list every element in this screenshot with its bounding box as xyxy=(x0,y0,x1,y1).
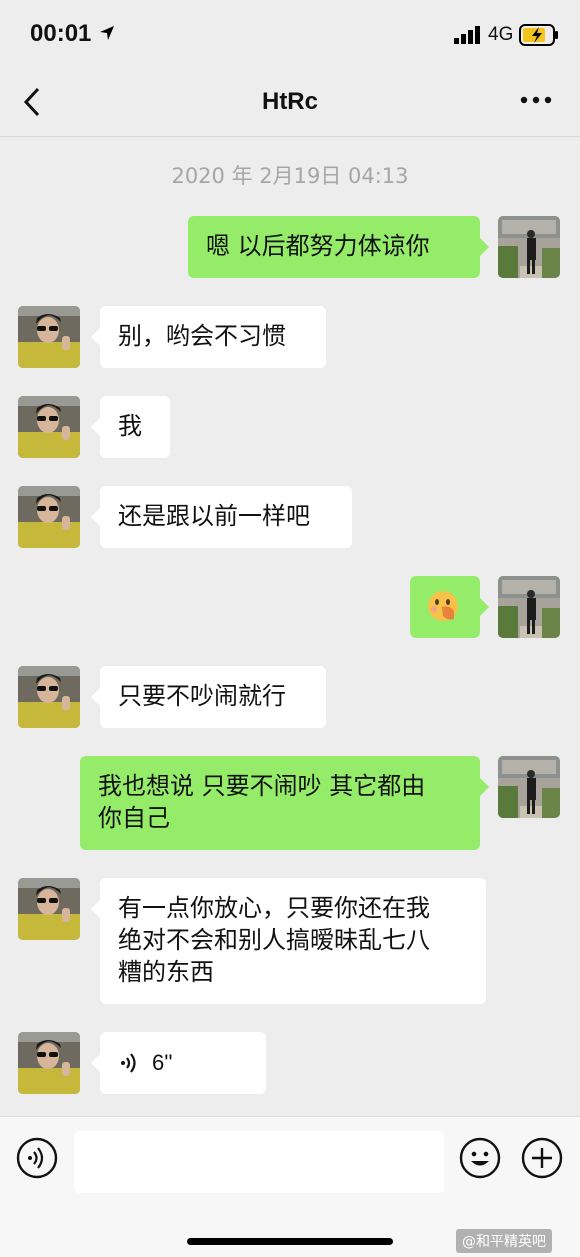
contact-avatar[interactable] xyxy=(18,486,80,548)
voice-wave-icon xyxy=(121,1053,136,1073)
received-bubble[interactable]: 只要不吵闹就行 xyxy=(91,666,326,728)
message-text: 别，哟会不习惯 xyxy=(118,322,286,350)
contact-avatar[interactable] xyxy=(18,396,80,458)
hand-over-mouth-emoji-icon xyxy=(428,591,458,621)
voice-duration: 6'' xyxy=(152,1050,173,1075)
message-text: 还是跟以前一样吧 xyxy=(118,502,310,530)
battery-charging-icon xyxy=(519,24,558,46)
chat-input-bar: @和平精英吧 xyxy=(0,1116,580,1257)
home-indicator xyxy=(187,1238,393,1245)
message-text: 只要不吵闹就行 xyxy=(118,682,286,710)
contact-avatar[interactable] xyxy=(18,1032,80,1094)
sent-bubble[interactable]: 😮 xyxy=(410,576,489,638)
add-more-icon[interactable] xyxy=(521,1137,563,1179)
message-text-line: 绝对不会和别人搞暧昧乱七八 xyxy=(118,926,430,954)
my-avatar[interactable] xyxy=(498,756,560,818)
watermark: @和平精英吧 xyxy=(456,1229,552,1253)
location-arrow-icon xyxy=(100,26,114,40)
status-time: 00:01 xyxy=(30,20,92,47)
contact-avatar[interactable] xyxy=(18,306,80,368)
received-bubble[interactable]: 还是跟以前一样吧 xyxy=(91,486,352,548)
received-bubble[interactable]: 有一点你放心，只要你还在我 绝对不会和别人搞暧昧乱七八 糟的东西 xyxy=(91,878,486,1004)
contact-avatar[interactable] xyxy=(18,878,80,940)
sent-bubble[interactable]: 嗯 以后都努力体谅你 xyxy=(188,216,489,278)
sent-bubble[interactable]: 我也想说 只要不闹吵 其它都由 你自己 xyxy=(80,756,489,850)
message-text: 嗯 以后都努力体谅你 xyxy=(206,232,430,260)
signal-icon xyxy=(454,26,480,44)
received-bubble[interactable]: 我 xyxy=(91,396,170,458)
message-input[interactable] xyxy=(74,1131,444,1193)
received-bubble[interactable]: 别，哟会不习惯 xyxy=(91,306,326,368)
message-text-line: 糟的东西 xyxy=(118,958,214,986)
contact-avatar[interactable] xyxy=(18,666,80,728)
message-text-line: 有一点你放心，只要你还在我 xyxy=(118,894,430,922)
chat-title: HtRc xyxy=(261,88,318,115)
network-type: 4G xyxy=(488,24,514,45)
status-bar: 00:01 4G xyxy=(0,0,580,70)
message-text-line: 你自己 xyxy=(98,804,170,832)
chat-header: HtRc xyxy=(0,70,580,137)
voice-input-icon[interactable] xyxy=(16,1137,58,1179)
voice-message-bubble[interactable]: 6'' xyxy=(91,1032,266,1094)
message-text: 我 xyxy=(118,412,142,440)
my-avatar[interactable] xyxy=(498,576,560,638)
message-timestamp: 2020 年 2月19日 04:13 xyxy=(171,164,409,188)
message-text-line: 我也想说 只要不闹吵 其它都由 xyxy=(98,772,426,800)
more-options-icon[interactable] xyxy=(520,92,552,108)
emoji-icon[interactable] xyxy=(459,1137,501,1179)
my-avatar[interactable] xyxy=(498,216,560,278)
